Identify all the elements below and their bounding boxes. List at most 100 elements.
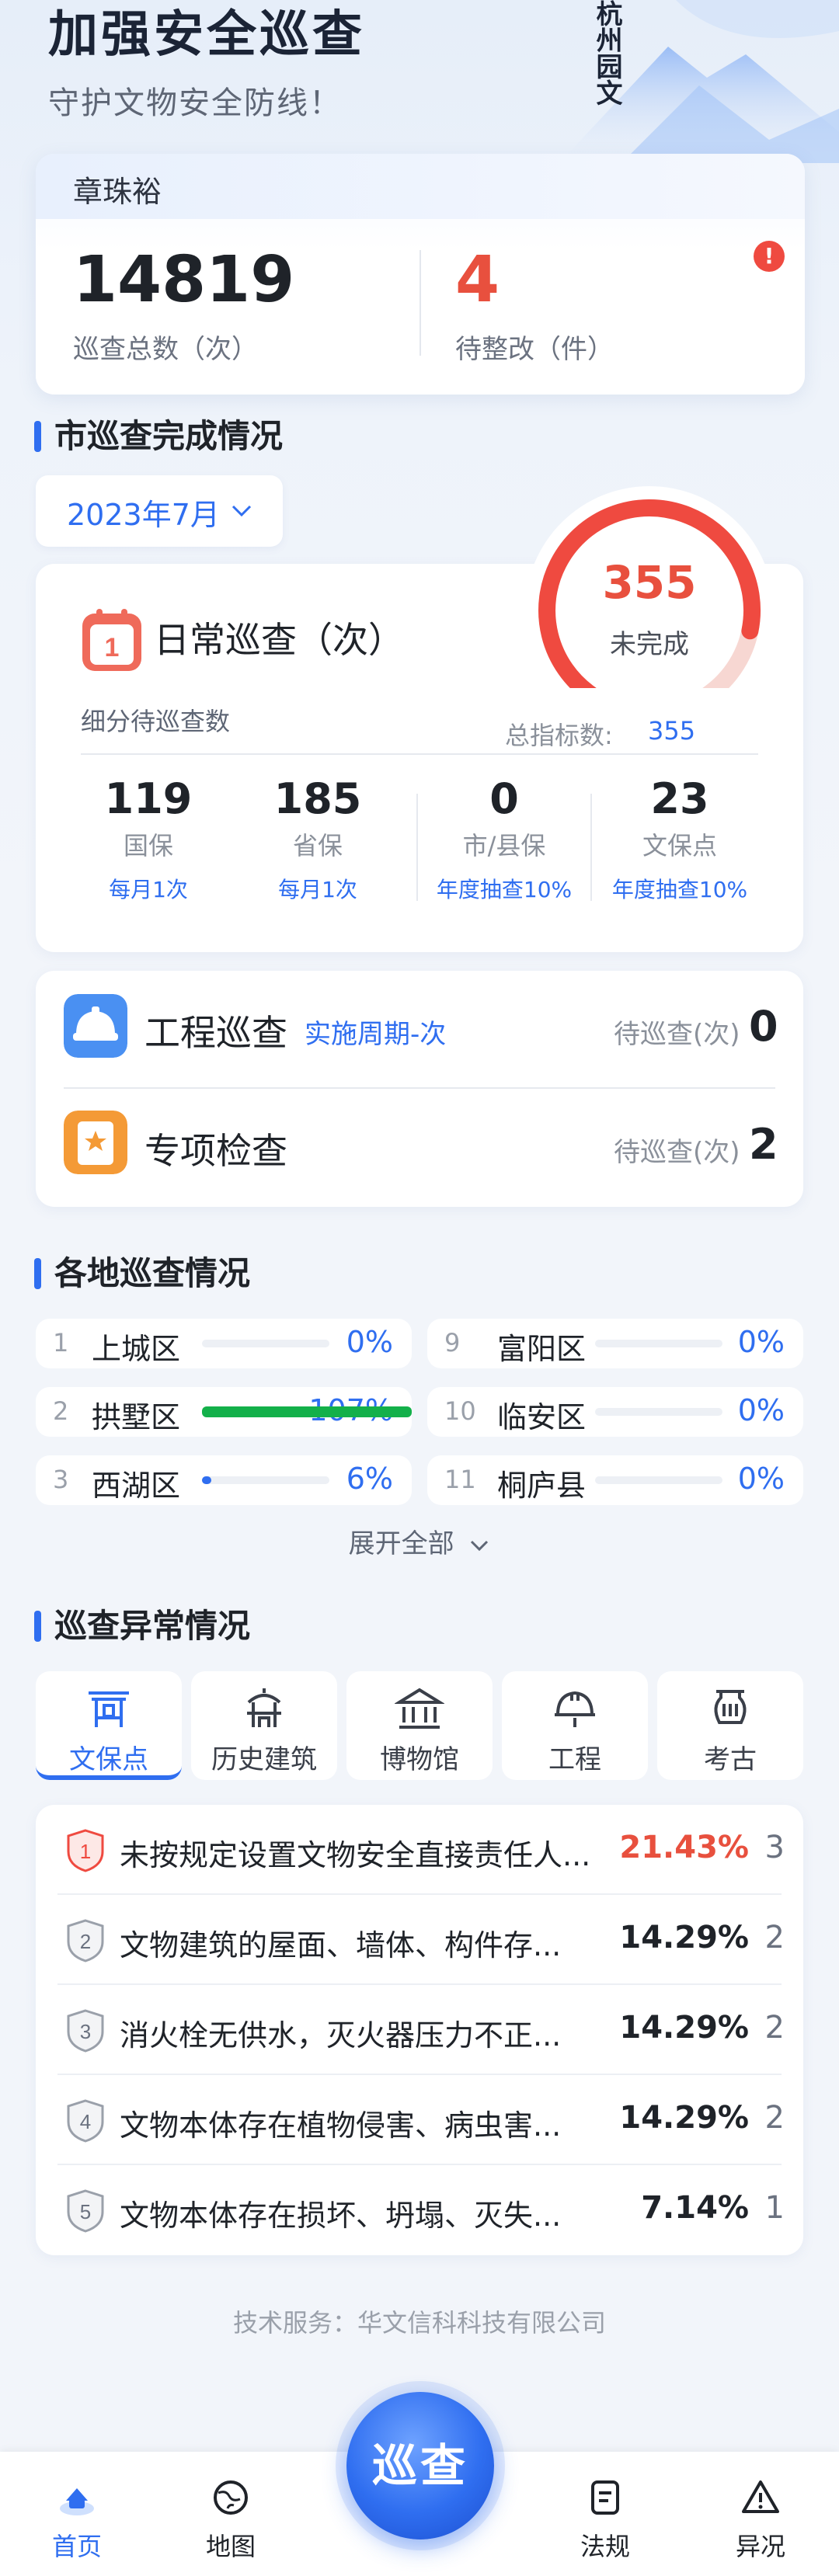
rank-shield-icon: 1 bbox=[67, 1829, 104, 1872]
engineering-patrol-row[interactable]: 工程巡查 实施周期-次 待巡查(次) 0 bbox=[36, 971, 803, 1087]
stat-name: 文保点 bbox=[642, 831, 717, 860]
engineering-special-card: 工程巡查 实施周期-次 待巡查(次) 0 专项检查 待巡查(次) 2 bbox=[36, 971, 803, 1207]
anomaly-item[interactable]: 3 消火栓无供水，灭火器压力不正... 14.29% 2 bbox=[57, 1985, 785, 2075]
category-label: 考古 bbox=[704, 1744, 757, 1775]
region-name: 临安区 bbox=[497, 1400, 587, 1434]
stat-name: 国保 bbox=[123, 831, 173, 860]
museum-icon bbox=[395, 1688, 444, 1729]
rank-number: 5 bbox=[80, 2200, 91, 2223]
stat-frequency: 每月1次 bbox=[278, 877, 357, 902]
rank-number: 4 bbox=[80, 2110, 91, 2133]
region-name: 富阳区 bbox=[497, 1332, 587, 1366]
anomaly-description: 文物本体存在植物侵害、病虫害... bbox=[120, 2108, 562, 2143]
stat-value: 0 bbox=[489, 774, 519, 823]
anomaly-description: 文物建筑的屋面、墙体、构件存... bbox=[120, 1928, 562, 1962]
engineering-title: 工程巡查 bbox=[144, 1012, 287, 1054]
region-item[interactable]: 1 上城区 0% bbox=[36, 1319, 412, 1368]
tab-regulations[interactable]: 法规 bbox=[547, 2477, 663, 2563]
month-selector[interactable]: 2023年7月 bbox=[36, 475, 283, 547]
stat-name: 省保 bbox=[292, 831, 343, 860]
rank-number: 2 bbox=[80, 1930, 91, 1953]
region-name: 上城区 bbox=[92, 1332, 181, 1366]
stat-divider bbox=[416, 794, 418, 901]
divider bbox=[81, 753, 758, 755]
brand-logo: 杭州园文 bbox=[591, 0, 622, 106]
category-protection-point[interactable]: 文保点 bbox=[36, 1671, 182, 1780]
category-engineering[interactable]: 工程 bbox=[502, 1671, 648, 1780]
pottery-icon bbox=[714, 1690, 747, 1724]
anomaly-item[interactable]: 1 未按规定设置文物安全直接责任人... 21.43% 3 bbox=[57, 1805, 785, 1895]
helmet-icon bbox=[64, 994, 127, 1058]
wait-label: 待巡查(次) bbox=[614, 1137, 740, 1168]
chevron-down-icon bbox=[471, 1540, 489, 1551]
anomaly-percent: 14.29% bbox=[619, 1920, 749, 1955]
anomaly-count: 2 bbox=[764, 2010, 785, 2046]
region-index: 1 bbox=[53, 1328, 69, 1358]
region-progress-fill bbox=[202, 1406, 412, 1417]
rank-number: 1 bbox=[80, 1840, 91, 1863]
expand-all-label: 展开全部 bbox=[348, 1528, 454, 1559]
mountain-decoration-icon bbox=[559, 0, 839, 163]
pending-fix-count[interactable]: 4 bbox=[455, 245, 500, 315]
stat-divider bbox=[590, 794, 592, 901]
stat-frequency: 年度抽查10% bbox=[611, 877, 748, 902]
region-item[interactable]: 11 桐庐县 0% bbox=[427, 1455, 803, 1505]
region-index: 2 bbox=[53, 1396, 69, 1426]
region-index: 3 bbox=[53, 1465, 69, 1494]
anomaly-count: 3 bbox=[764, 1830, 785, 1865]
tab-label: 异况 bbox=[735, 2532, 785, 2561]
region-percent: 0% bbox=[346, 1325, 393, 1359]
region-item[interactable]: 3 西湖区 6% bbox=[36, 1455, 412, 1505]
gate-icon bbox=[89, 1691, 129, 1727]
stat-value: 185 bbox=[273, 774, 362, 823]
special-check-row[interactable]: 专项检查 待巡查(次) 2 bbox=[36, 1089, 803, 1205]
page-subtitle: 守护文物安全防线！ bbox=[48, 85, 342, 121]
expand-all-button[interactable]: 展开全部 bbox=[0, 1522, 839, 1560]
total-patrol-count: 14819 bbox=[73, 243, 295, 317]
region-item[interactable]: 9 富阳区 0% bbox=[427, 1319, 803, 1368]
stat-value: 119 bbox=[104, 774, 193, 823]
anomaly-count: 2 bbox=[764, 2100, 785, 2136]
stat-national[interactable]: 119 国保 每月1次 bbox=[64, 773, 233, 904]
category-archaeology[interactable]: 考古 bbox=[657, 1671, 803, 1780]
anomaly-description: 消火栓无供水，灭火器压力不正... bbox=[120, 2018, 562, 2053]
pending-fix-label: 待整改（件） bbox=[455, 334, 614, 365]
stat-name: 市/县保 bbox=[462, 831, 546, 860]
calendar-day: 1 bbox=[105, 633, 120, 662]
tab-anomalies[interactable]: 异况 bbox=[702, 2477, 819, 2563]
tab-home[interactable]: 首页 bbox=[19, 2477, 135, 2563]
user-summary-card: 章珠裕 14819 巡查总数（次） 4 待整改（件） ! bbox=[36, 154, 805, 395]
region-index: 9 bbox=[444, 1328, 461, 1358]
region-index: 10 bbox=[444, 1396, 476, 1426]
anomaly-item[interactable]: 4 文物本体存在植物侵害、病虫害... 14.29% 2 bbox=[57, 2075, 785, 2165]
daily-patrol-card[interactable]: 1 日常巡查（次） 355 未完成 细分待巡查数 总指标数: 355 119 国… bbox=[36, 486, 803, 952]
rank-shield-icon: 3 bbox=[67, 2009, 104, 2053]
region-item[interactable]: 2拱墅区107% bbox=[36, 1387, 412, 1437]
region-name: 桐庐县 bbox=[497, 1469, 587, 1503]
region-progress-fill bbox=[202, 1476, 211, 1484]
anomaly-item[interactable]: 5 文物本体存在损坏、坍塌、灭失... 7.14% 1 bbox=[57, 2165, 785, 2255]
region-section-title: 各地巡查情况 bbox=[54, 1254, 251, 1292]
stat-value: 23 bbox=[650, 774, 709, 823]
month-value: 2023年7月 bbox=[67, 498, 220, 532]
card-divider bbox=[420, 250, 421, 356]
anomaly-list-card: 1 未按规定设置文物安全直接责任人... 21.43% 3 2 文物建筑的屋面、墙体、构件… bbox=[36, 1805, 803, 2255]
stat-city-county[interactable]: 0 市/县保 年度抽查10% bbox=[420, 773, 589, 904]
wait-label: 待巡查(次) bbox=[614, 1019, 740, 1050]
tab-map[interactable]: 地图 bbox=[172, 2477, 289, 2563]
category-historic-building[interactable]: 历史建筑 bbox=[191, 1671, 337, 1780]
category-museum[interactable]: 博物馆 bbox=[346, 1671, 493, 1780]
category-label: 历史建筑 bbox=[211, 1744, 317, 1775]
region-index: 11 bbox=[444, 1465, 476, 1494]
tab-label: 首页 bbox=[51, 2532, 102, 2561]
anomaly-count: 1 bbox=[764, 2190, 785, 2226]
stat-protection-point[interactable]: 23 文保点 年度抽查10% bbox=[595, 773, 764, 904]
stat-provincial[interactable]: 185 省保 每月1次 bbox=[233, 773, 402, 904]
anomaly-item[interactable]: 2 文物建筑的屋面、墙体、构件存... 14.29% 2 bbox=[57, 1895, 785, 1985]
calendar-icon: 1 bbox=[82, 609, 141, 671]
region-item[interactable]: 10 临安区 0% bbox=[427, 1387, 803, 1437]
city-section-title: 市巡查完成情况 bbox=[54, 417, 284, 455]
alert-icon[interactable]: ! bbox=[754, 241, 785, 272]
patrol-fab-button[interactable]: 巡查 bbox=[346, 2392, 494, 2539]
stat-frequency: 每月1次 bbox=[109, 877, 188, 902]
